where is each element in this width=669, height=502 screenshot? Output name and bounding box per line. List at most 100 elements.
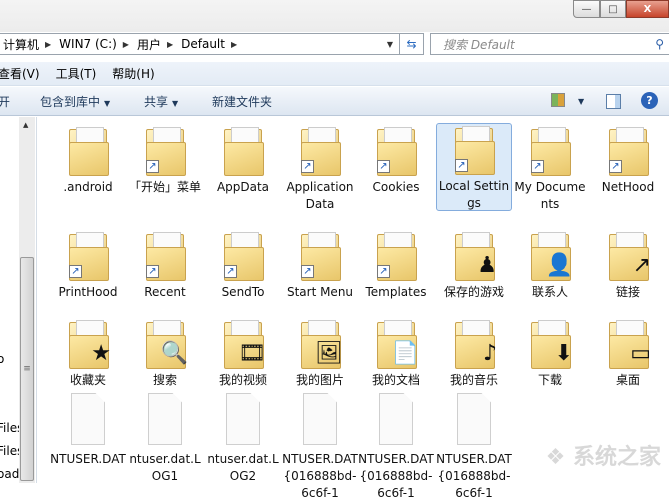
breadcrumb-default[interactable]: Default xyxy=(181,37,225,51)
new-folder-button[interactable]: 新建文件夹 xyxy=(212,93,272,110)
maximize-button[interactable]: □ xyxy=(600,0,626,18)
file-item[interactable]: NTUSER.DAT{016888bd-6c6f-1 xyxy=(436,393,512,502)
file-item[interactable]: ↗ Templates xyxy=(358,230,434,301)
file-item[interactable]: ♟ 保存的游戏 xyxy=(436,230,512,301)
shortcut-arrow-icon: ↗ xyxy=(455,159,468,172)
open-button[interactable]: 开 xyxy=(0,93,10,110)
nav-item[interactable]: Files xyxy=(0,444,19,458)
shortcut-arrow-icon: ↗ xyxy=(301,265,314,278)
downloads-icon: ⬇ xyxy=(554,341,573,366)
file-item[interactable]: ↗ PrintHood xyxy=(50,230,126,301)
preview-pane-icon[interactable] xyxy=(606,94,621,109)
minimize-button[interactable]: — xyxy=(573,0,600,18)
file-item-label: 链接 xyxy=(615,285,640,299)
favorites-icon: ★ xyxy=(91,341,111,366)
search-icon: 🔍 xyxy=(160,341,188,366)
file-item-label: NTUSER.DAT{016888bd-6c6f-1 xyxy=(282,452,358,500)
file-item[interactable]: ▭ 桌面 xyxy=(590,318,666,389)
file-item-label: SendTo xyxy=(221,285,265,299)
include-label: 包含到库中 xyxy=(40,94,101,109)
file-item[interactable]: ↗ Cookies xyxy=(358,125,434,196)
file-item[interactable]: AppData xyxy=(205,125,281,196)
nav-scrollbar[interactable]: ▲ ≡ xyxy=(19,117,35,483)
file-item-label: 我的图片 xyxy=(295,373,344,387)
help-icon[interactable]: ? xyxy=(641,92,658,109)
shortcut-arrow-icon: ↗ xyxy=(609,160,622,173)
file-item[interactable]: ↗ Application Data xyxy=(282,125,358,213)
refresh-icon[interactable]: ⇆ xyxy=(399,34,423,54)
file-item-label: 联系人 xyxy=(531,285,568,299)
file-item-label: PrintHood xyxy=(58,285,118,299)
watermark-logo: ❖ 系统之家 xyxy=(545,445,661,470)
file-item-label: Templates xyxy=(365,285,427,299)
scrollbar-thumb[interactable]: ≡ xyxy=(20,257,34,481)
view-dropdown-icon[interactable]: ▼ xyxy=(578,97,584,106)
nav-item[interactable]: o xyxy=(0,352,19,366)
folder-icon xyxy=(69,125,109,176)
include-in-library-button[interactable]: 包含到库中 ▼ xyxy=(40,93,110,110)
file-item[interactable]: ↗ My Documents xyxy=(512,125,588,213)
history-dropdown-icon[interactable]: ▼ xyxy=(387,40,393,49)
documents-icon: 📄 xyxy=(391,341,419,366)
breadcrumb-drive[interactable]: WIN7 (C:) xyxy=(59,37,117,51)
desktop-icon: ▭ xyxy=(630,341,651,366)
address-bar[interactable]: 计算机 ▶ WIN7 (C:) ▶ 用户 ▶ Default ▶ ▼ ⇆ xyxy=(0,33,424,55)
file-item[interactable]: 📄 我的文档 xyxy=(358,318,434,389)
folder-icon: ↗ xyxy=(377,230,417,281)
file-item[interactable]: NTUSER.DAT xyxy=(50,393,126,468)
file-item-label: AppData xyxy=(216,180,270,194)
folder-icon: ★ xyxy=(69,318,111,369)
folder-icon: 📄 xyxy=(377,318,419,369)
search-input[interactable]: 搜索 Default ⚲ xyxy=(430,33,669,55)
file-item[interactable]: ↗ SendTo xyxy=(205,230,281,301)
file-item[interactable]: 🖼 我的图片 xyxy=(282,318,358,389)
breadcrumb-computer[interactable]: 计算机 xyxy=(3,36,39,53)
shortcut-arrow-icon: ↗ xyxy=(377,160,390,173)
file-item[interactable]: ↗ Recent xyxy=(127,230,203,301)
share-button[interactable]: 共享 ▼ xyxy=(144,93,178,110)
file-item[interactable]: ↗ Local Settings xyxy=(436,123,512,211)
file-item[interactable]: ↗ NetHood xyxy=(590,125,666,196)
file-item-label: 我的文档 xyxy=(371,373,420,387)
menu-help[interactable]: 帮助(H) xyxy=(112,65,154,82)
file-item[interactable]: ↗ Start Menu xyxy=(282,230,358,301)
nav-item[interactable]: oad xyxy=(0,467,19,481)
file-item[interactable]: ↗ 链接 xyxy=(590,230,666,301)
menu-bar: 查看(V) 工具(T) 帮助(H) xyxy=(0,62,669,86)
scroll-up-icon[interactable]: ▲ xyxy=(23,121,28,129)
chevron-right-icon[interactable]: ▶ xyxy=(123,40,129,49)
file-item-label: ntuser.dat.LOG2 xyxy=(207,452,279,483)
breadcrumb-users[interactable]: 用户 xyxy=(137,36,161,53)
file-item[interactable]: .android xyxy=(50,125,126,196)
command-bar: 开 包含到库中 ▼ 共享 ▼ 新建文件夹 ▼ ? xyxy=(0,87,669,116)
file-item[interactable]: NTUSER.DAT{016888bd-6c6f-1 xyxy=(282,393,358,502)
file-item[interactable]: ↗ 「开始」菜单 xyxy=(127,125,203,196)
file-item-label: 我的视频 xyxy=(218,373,267,387)
file-item[interactable]: ♪ 我的音乐 xyxy=(436,318,512,389)
chevron-right-icon[interactable]: ▶ xyxy=(45,40,51,49)
file-item-label: My Documents xyxy=(514,180,586,211)
folder-icon: ↗ xyxy=(531,125,571,176)
file-item[interactable]: ntuser.dat.LOG1 xyxy=(127,393,203,485)
shortcut-arrow-icon: ↗ xyxy=(224,265,237,278)
menu-view[interactable]: 查看(V) xyxy=(0,65,40,82)
menu-tools[interactable]: 工具(T) xyxy=(56,65,97,82)
file-item[interactable]: 🎞 我的视频 xyxy=(205,318,281,389)
close-button[interactable]: X xyxy=(626,0,669,18)
file-item[interactable]: 🔍 搜索 xyxy=(127,318,203,389)
chevron-right-icon[interactable]: ▶ xyxy=(167,40,173,49)
view-options-icon[interactable] xyxy=(551,93,565,107)
nav-item[interactable]: Files xyxy=(0,421,19,435)
file-item[interactable]: 👤 联系人 xyxy=(512,230,588,301)
file-item-label: NTUSER.DAT xyxy=(50,452,126,466)
search-icon[interactable]: ⚲ xyxy=(655,37,664,51)
file-item[interactable]: ntuser.dat.LOG2 xyxy=(205,393,281,485)
folder-icon: ↗ xyxy=(146,125,186,176)
chevron-right-icon[interactable]: ▶ xyxy=(231,40,237,49)
file-item[interactable]: ⬇ 下载 xyxy=(512,318,588,389)
shortcut-arrow-icon: ↗ xyxy=(301,160,314,173)
file-item-label: 桌面 xyxy=(615,373,640,387)
file-item[interactable]: NTUSER.DAT{016888bd-6c6f-1 xyxy=(358,393,434,502)
file-item[interactable]: ★ 收藏夹 xyxy=(50,318,126,389)
folder-icon: ♟ xyxy=(455,230,497,281)
